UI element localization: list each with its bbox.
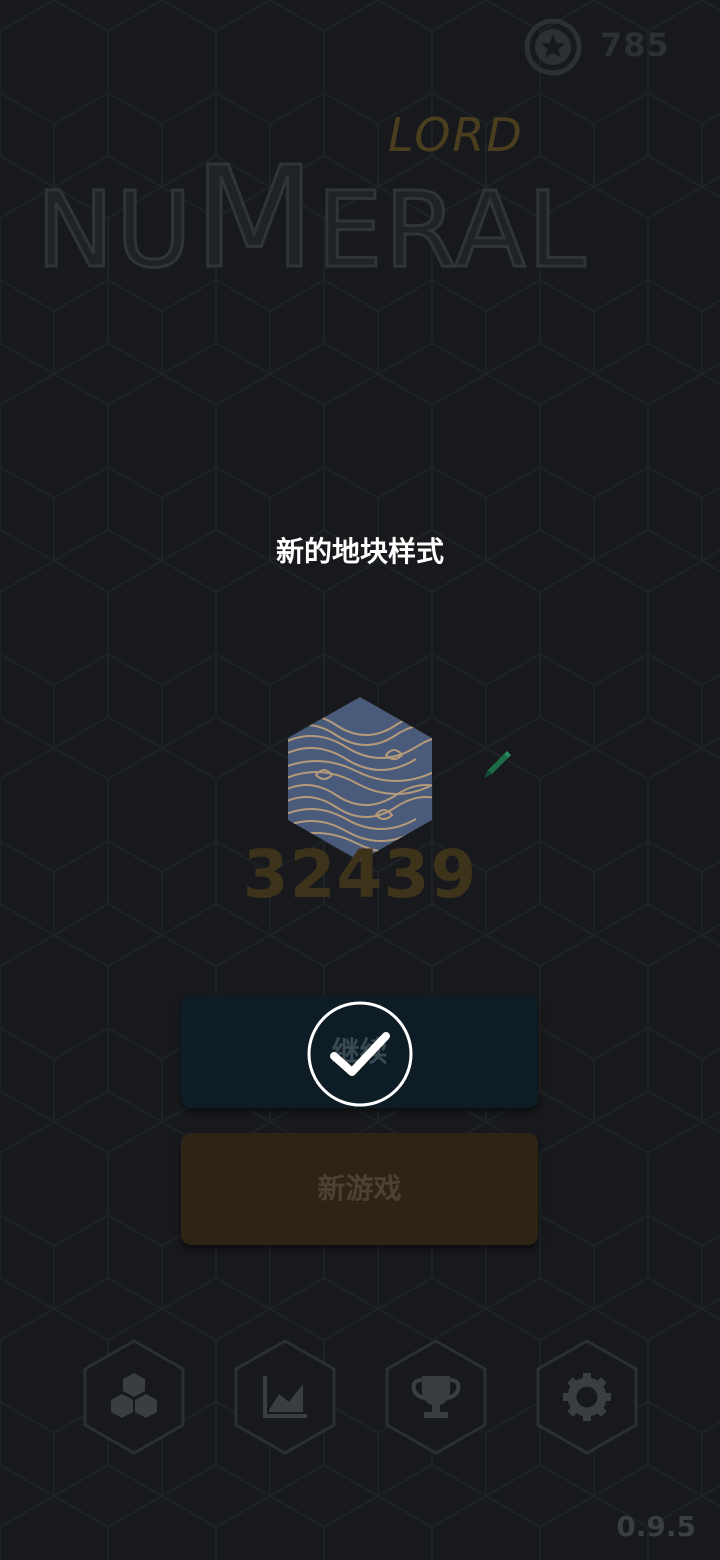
coin-count: 785 <box>600 26 670 64</box>
game-screen: 785 LORD NUMERAL 新的地块样式 32439 继续 新游戏 0.9… <box>0 0 720 1560</box>
popup-title: 新的地块样式 <box>275 535 444 568</box>
star-coin-icon <box>524 18 582 76</box>
tile-score: 32439 <box>242 836 478 913</box>
confirm-check-icon[interactable] <box>306 1000 414 1108</box>
edit-pencil-icon[interactable] <box>480 748 514 782</box>
version-label: 0.9.5 <box>616 1510 696 1543</box>
settings-nav-button[interactable] <box>535 1338 639 1456</box>
coin-counter[interactable]: 785 <box>524 18 684 76</box>
svg-text:NUMERAL: NUMERAL <box>36 140 588 280</box>
new-game-button[interactable]: 新游戏 <box>181 1133 538 1245</box>
stats-nav-button[interactable] <box>233 1338 337 1456</box>
tiles-nav-button[interactable] <box>82 1338 186 1456</box>
trophy-nav-button[interactable] <box>384 1338 488 1456</box>
logo-numeral: NUMERAL <box>36 140 588 280</box>
